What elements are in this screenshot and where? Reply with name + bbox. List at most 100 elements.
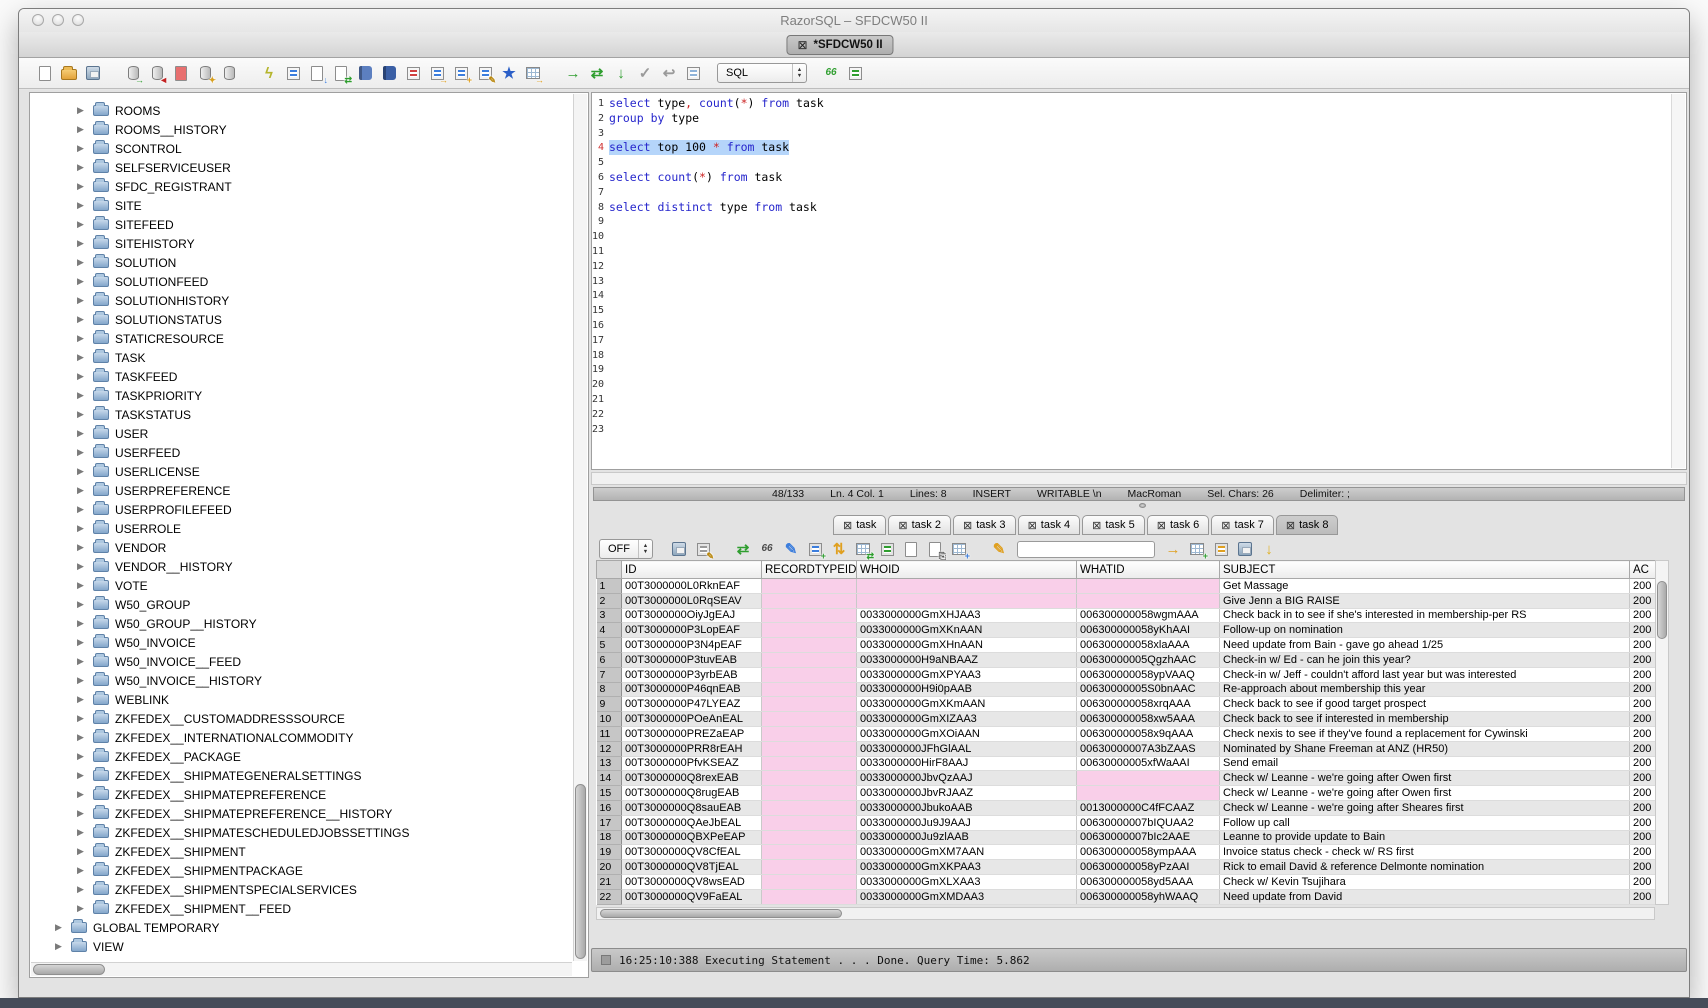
cell[interactable]: Check-in w/ Ed - can he join this year? bbox=[1220, 652, 1630, 667]
table-row[interactable]: 1600T3000000Q8sauEAB0033000000JbukoAAB00… bbox=[597, 800, 1656, 815]
cell[interactable]: 006300000058ypVAAQ bbox=[1077, 667, 1220, 682]
cell[interactable]: 200 bbox=[1630, 623, 1656, 638]
cell[interactable]: 006300000058yPzAAI bbox=[1077, 860, 1220, 875]
disclosure-icon[interactable]: ▶ bbox=[77, 523, 87, 534]
cell[interactable]: 00T3000000QV8TjEAL bbox=[622, 860, 762, 875]
tree-item-vote[interactable]: ▶VOTE bbox=[32, 576, 571, 595]
tree-item-user[interactable]: ▶USER bbox=[32, 424, 571, 443]
format-sql-icon[interactable]: 66 bbox=[819, 62, 843, 84]
row-number[interactable]: 22 bbox=[597, 889, 622, 904]
row-number[interactable]: 3 bbox=[597, 608, 622, 623]
tree-item-staticresource[interactable]: ▶STATICRESOURCE bbox=[32, 329, 571, 348]
cell[interactable]: 200 bbox=[1630, 667, 1656, 682]
editor-line[interactable]: 12 bbox=[592, 259, 1670, 274]
cell[interactable]: 00T3000000Q8sauEAB bbox=[622, 800, 762, 815]
disclosure-icon[interactable]: ▶ bbox=[77, 371, 87, 382]
cell[interactable]: 0033000000GmXOiAAN bbox=[857, 726, 1077, 741]
results-search-input[interactable] bbox=[1017, 541, 1155, 558]
disclosure-icon[interactable]: ▶ bbox=[77, 181, 87, 192]
export-data-icon[interactable]: ↓ bbox=[305, 62, 329, 84]
titlebar[interactable]: RazorSQL – SFDCW50 II bbox=[19, 9, 1689, 32]
tree-item-w50_group__history[interactable]: ▶W50_GROUP__HISTORY bbox=[32, 614, 571, 633]
tree-item-zkfedex__shipmentspecialservices[interactable]: ▶ZKFEDEX__SHIPMENTSPECIALSERVICES bbox=[32, 880, 571, 899]
disconnect-db-icon[interactable]: ◄ bbox=[145, 62, 169, 84]
cell[interactable]: 200 bbox=[1630, 771, 1656, 786]
cell[interactable] bbox=[762, 608, 857, 623]
cell[interactable] bbox=[762, 830, 857, 845]
cell[interactable]: 00T3000000QAeJbEAL bbox=[622, 815, 762, 830]
table-row[interactable]: 2000T3000000QV8TjEAL0033000000GmXKPAA300… bbox=[597, 860, 1656, 875]
editor-line[interactable]: 11 bbox=[592, 244, 1670, 259]
cell[interactable]: Follow up call bbox=[1220, 815, 1630, 830]
cell[interactable]: 0033000000JbukoAAB bbox=[857, 800, 1077, 815]
minimize-button[interactable] bbox=[52, 14, 64, 26]
cell[interactable]: 0033000000GmXKmAAN bbox=[857, 697, 1077, 712]
disclosure-icon[interactable]: ▶ bbox=[77, 238, 87, 249]
cell[interactable]: 00T3000000L0RqSEAV bbox=[622, 593, 762, 608]
reload-table-icon[interactable]: ⇄ bbox=[851, 538, 875, 560]
cell[interactable]: 00T3000000PREZaEAP bbox=[622, 726, 762, 741]
cell[interactable]: 00T3000000P46qnEAB bbox=[622, 682, 762, 697]
tree-item-userfeed[interactable]: ▶USERFEED bbox=[32, 443, 571, 462]
statement-type-combo[interactable]: SQL ▲▼ bbox=[717, 63, 807, 83]
row-number[interactable]: 18 bbox=[597, 830, 622, 845]
row-number[interactable]: 9 bbox=[597, 697, 622, 712]
cell[interactable] bbox=[762, 623, 857, 638]
sql-reference-icon[interactable] bbox=[377, 62, 401, 84]
view-as-text-icon[interactable]: 66 bbox=[755, 538, 779, 560]
editor-vertical-scrollbar[interactable] bbox=[1671, 94, 1685, 468]
cell[interactable]: 00T3000000P3yrbEAB bbox=[622, 667, 762, 682]
row-number[interactable]: 13 bbox=[597, 756, 622, 771]
table-row[interactable]: 100T3000000L0RknEAFGet Massage200 bbox=[597, 579, 1656, 594]
cell[interactable]: 00630000007A3bZAAS bbox=[1077, 741, 1220, 756]
cell[interactable]: 0033000000GmXLXAA3 bbox=[857, 874, 1077, 889]
table-row[interactable]: 700T3000000P3yrbEAB0033000000GmXPYAA3006… bbox=[597, 667, 1656, 682]
edit-results-icon[interactable]: ✎ bbox=[691, 538, 715, 560]
cell[interactable]: 200 bbox=[1630, 874, 1656, 889]
tree-item-w50_group[interactable]: ▶W50_GROUP bbox=[32, 595, 571, 614]
cell[interactable]: 200 bbox=[1630, 726, 1656, 741]
disclosure-icon[interactable]: ▶ bbox=[77, 751, 87, 762]
cell[interactable]: Need update from David bbox=[1220, 889, 1630, 904]
tree-item-zkfedex__shipmatepreference[interactable]: ▶ZKFEDEX__SHIPMATEPREFERENCE bbox=[32, 785, 571, 804]
editor-line[interactable]: 1select type, count(*) from task bbox=[592, 96, 1670, 111]
table-row[interactable]: 1800T3000000QBXPeEAP0033000000Ju9zlAAB00… bbox=[597, 830, 1656, 845]
disclosure-icon[interactable]: ▶ bbox=[77, 618, 87, 629]
disclosure-icon[interactable]: ▶ bbox=[77, 827, 87, 838]
editor-line[interactable]: 19 bbox=[592, 362, 1670, 377]
cell[interactable]: 00630000005xfWaAAI bbox=[1077, 756, 1220, 771]
import-data-icon[interactable]: ⇄ bbox=[329, 62, 353, 84]
cell[interactable] bbox=[762, 579, 857, 594]
cell[interactable]: 0033000000GmXHJAA3 bbox=[857, 608, 1077, 623]
cell[interactable]: 00630000005QgzhAAC bbox=[1077, 652, 1220, 667]
table-editor-icon[interactable]: → bbox=[521, 62, 545, 84]
cell[interactable]: 006300000058x9qAAA bbox=[1077, 726, 1220, 741]
cell[interactable] bbox=[762, 697, 857, 712]
form-view-icon[interactable] bbox=[899, 538, 923, 560]
table-row[interactable]: 900T3000000P47LYEAZ0033000000GmXKmAAN006… bbox=[597, 697, 1656, 712]
editor-line[interactable]: 21 bbox=[592, 392, 1670, 407]
cell[interactable]: 200 bbox=[1630, 638, 1656, 653]
table-row[interactable]: 1100T3000000PREZaEAP0033000000GmXOiAAN00… bbox=[597, 726, 1656, 741]
cell[interactable] bbox=[857, 593, 1077, 608]
row-number[interactable]: 12 bbox=[597, 741, 622, 756]
sql-editor-lines[interactable]: 1select type, count(*) from task2group b… bbox=[592, 96, 1670, 467]
refresh-query-icon[interactable]: ⇄ bbox=[731, 538, 755, 560]
cell[interactable]: 200 bbox=[1630, 608, 1656, 623]
grid-view-icon[interactable] bbox=[875, 538, 899, 560]
disclosure-icon[interactable]: ▶ bbox=[77, 276, 87, 287]
row-number[interactable]: 6 bbox=[597, 652, 622, 667]
cell[interactable] bbox=[762, 726, 857, 741]
cell[interactable]: Follow-up on nomination bbox=[1220, 623, 1630, 638]
cell[interactable]: 00T3000000Q8rugEAB bbox=[622, 786, 762, 801]
execute-all-icon[interactable]: ⇄ bbox=[585, 62, 609, 84]
cell[interactable]: 00630000007bIc2AAE bbox=[1077, 830, 1220, 845]
disclosure-icon[interactable]: ▶ bbox=[77, 352, 87, 363]
row-number[interactable]: 4 bbox=[597, 623, 622, 638]
disclosure-icon[interactable]: ▶ bbox=[77, 295, 87, 306]
query-builder-icon[interactable]: ✎ bbox=[473, 62, 497, 84]
result-tab-task-5[interactable]: ⊠task 5 bbox=[1082, 515, 1145, 535]
cell[interactable]: Check-in w/ Jeff - couldn't afford last … bbox=[1220, 667, 1630, 682]
disclosure-icon[interactable]: ▶ bbox=[77, 466, 87, 477]
disclosure-icon[interactable]: ▶ bbox=[77, 637, 87, 648]
